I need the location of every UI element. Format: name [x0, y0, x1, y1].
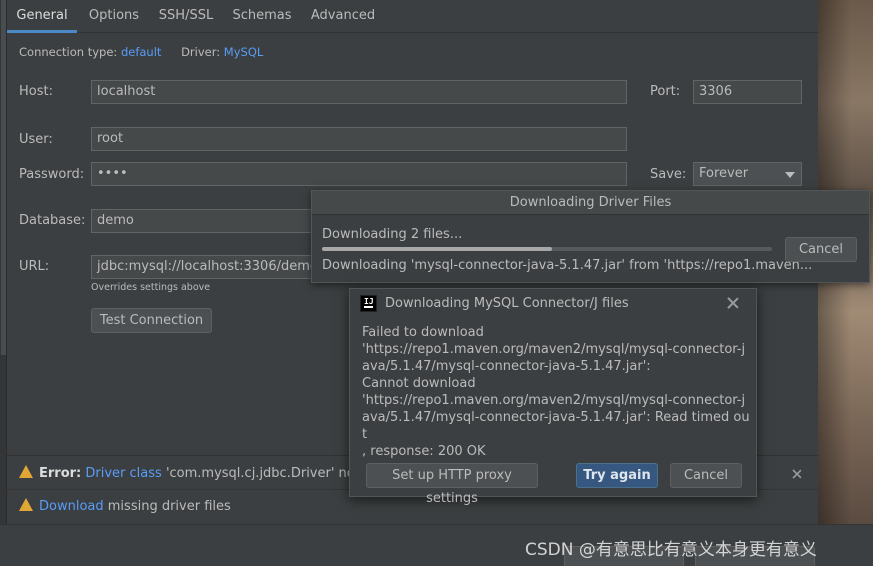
url-input[interactable]: jdbc:mysql://localhost:3306/demo: [91, 255, 321, 279]
error-message: Failed to download 'https://repo1.maven.…: [362, 325, 750, 459]
tab-schemas[interactable]: Schemas: [228, 0, 296, 33]
tab-general[interactable]: General: [7, 0, 77, 33]
download-link[interactable]: Download: [39, 499, 104, 514]
background-photo: [818, 0, 873, 566]
close-icon[interactable]: [727, 297, 739, 309]
user-label: User:: [19, 132, 53, 147]
error-prefix: Error:: [39, 466, 82, 481]
left-scrollbar[interactable]: [0, 0, 7, 566]
database-label: Database:: [19, 213, 86, 228]
downloading-driver-files-popup: Downloading Driver Files Downloading 2 f…: [311, 190, 870, 283]
download-detail: Downloading 'mysql-connector-java-5.1.47…: [322, 258, 813, 273]
download-text: missing driver files: [107, 499, 231, 514]
url-hint: Overrides settings above: [91, 282, 211, 293]
password-label: Password:: [19, 167, 85, 182]
host-label: Host:: [19, 84, 53, 99]
save-select-value: Forever: [699, 166, 749, 181]
password-input[interactable]: ••••: [91, 162, 627, 186]
driver-link[interactable]: MySQL: [224, 45, 264, 59]
save-select[interactable]: Forever: [693, 162, 802, 186]
download-status: Downloading 2 files...: [322, 227, 463, 242]
tab-advanced[interactable]: Advanced: [307, 0, 379, 33]
port-input[interactable]: 3306: [693, 80, 802, 104]
save-label: Save:: [650, 167, 687, 182]
connection-type-link[interactable]: default: [121, 45, 161, 59]
connection-info: Connection type: default Driver: MySQL: [19, 45, 263, 59]
host-input[interactable]: localhost: [91, 80, 627, 104]
tab-ssh-ssl[interactable]: SSH/SSL: [155, 0, 217, 33]
database-input[interactable]: demo: [91, 209, 321, 233]
error-text: 'com.mysql.cj.jdbc.Driver' not f: [165, 466, 369, 481]
warning-icon: [19, 498, 33, 511]
test-connection-button[interactable]: Test Connection: [91, 308, 212, 333]
scrollbar-thumb[interactable]: [1, 0, 6, 355]
csdn-watermark: CSDN @有意思比有意义本身更有意义: [525, 540, 817, 560]
port-label: Port:: [650, 84, 681, 99]
download-error-dialog: IJ Downloading MySQL Connector/J files F…: [349, 288, 757, 506]
http-proxy-settings-button[interactable]: Set up HTTP proxy settings: [366, 463, 538, 506]
dismiss-error-icon[interactable]: [792, 469, 802, 479]
download-progress-fill: [322, 247, 552, 251]
popup-title: Downloading Driver Files: [312, 191, 869, 215]
dialog-cancel-button[interactable]: Cancel: [670, 463, 742, 488]
intellij-icon: IJ: [360, 295, 377, 312]
driver-label: Driver:: [181, 45, 221, 59]
error-status-line: Error: Driver class 'com.mysql.cj.jdbc.D…: [19, 464, 369, 484]
chevron-down-icon: [785, 172, 795, 178]
url-label: URL:: [19, 259, 50, 274]
dialog-title: Downloading MySQL Connector/J files: [385, 296, 629, 311]
tab-bar: General Options SSH/SSL Schemas Advanced: [7, 0, 818, 33]
connection-type-label: Connection type:: [19, 45, 118, 59]
tab-options[interactable]: Options: [81, 0, 147, 33]
download-cancel-button[interactable]: Cancel: [785, 237, 857, 262]
download-status-line: Download missing driver files: [19, 497, 231, 517]
user-input[interactable]: root: [91, 127, 627, 151]
warning-icon: [19, 465, 33, 478]
download-progress-bar: [322, 247, 772, 251]
driver-class-link[interactable]: Driver class: [85, 466, 161, 481]
try-again-button[interactable]: Try again: [576, 463, 658, 488]
